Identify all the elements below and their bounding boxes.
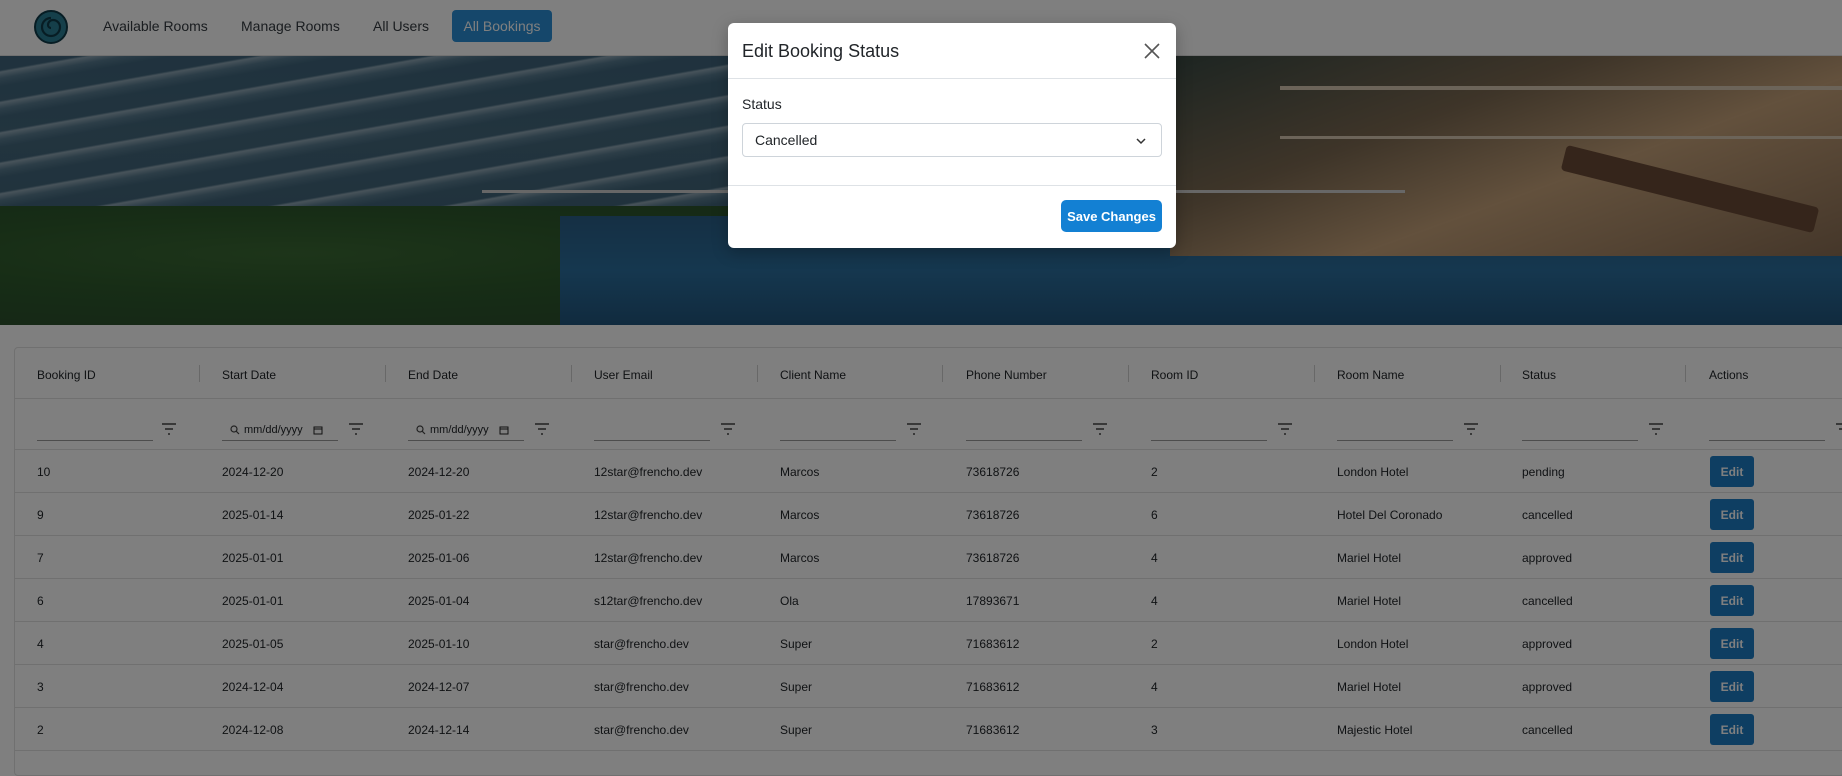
close-icon[interactable] xyxy=(1142,41,1162,61)
edit-booking-status-modal: Edit Booking Status Status Cancelled Sav… xyxy=(728,23,1176,248)
modal-header: Edit Booking Status xyxy=(728,23,1176,79)
chevron-down-icon xyxy=(1136,138,1146,145)
save-changes-button[interactable]: Save Changes xyxy=(1061,200,1162,232)
status-select[interactable]: Cancelled xyxy=(742,123,1162,157)
modal-footer: Save Changes xyxy=(728,185,1176,248)
status-label: Status xyxy=(742,96,782,112)
status-select-value: Cancelled xyxy=(755,132,818,148)
modal-title: Edit Booking Status xyxy=(742,41,900,61)
